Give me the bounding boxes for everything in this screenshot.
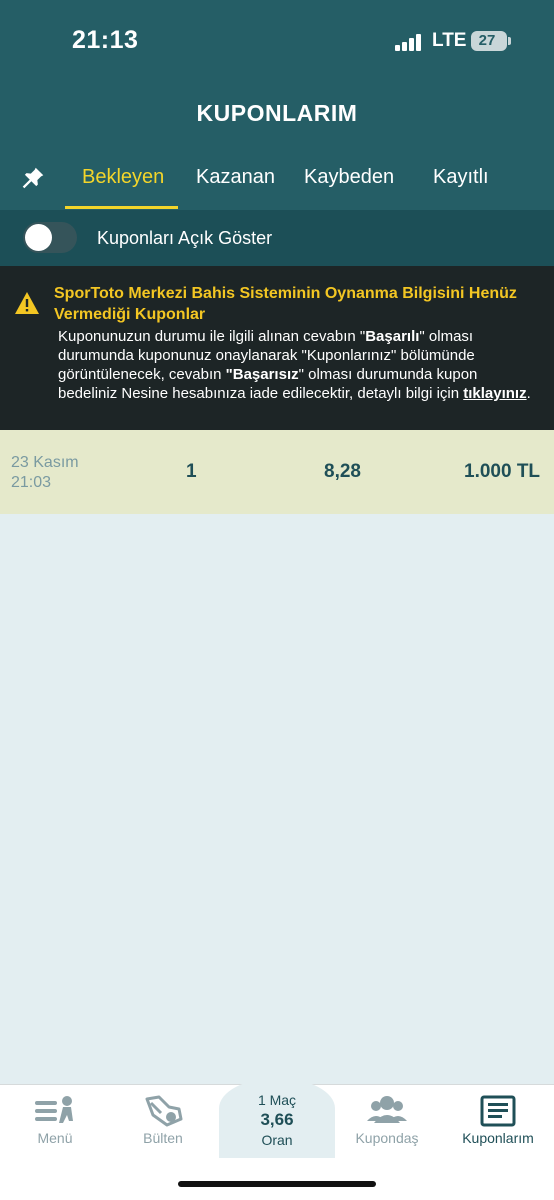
page-title: KUPONLARIM	[196, 100, 358, 126]
coupon-date: 23 Kasım 21:03	[11, 453, 101, 493]
battery-nub	[508, 37, 511, 45]
expand-coupons-toggle[interactable]	[23, 222, 77, 253]
slip-match-count: 1 Maç	[257, 1092, 297, 1108]
notice-title: SporToto Merkezi Bahis Sisteminin Oynanm…	[54, 285, 517, 323]
notice-bold-failure: "Başarısız	[225, 366, 299, 383]
status-time: 21:13	[72, 26, 139, 54]
toggle-row: Kuponları Açık Göster	[0, 210, 554, 266]
coupon-odds: 8,28	[324, 461, 361, 482]
home-indicator	[178, 1181, 376, 1187]
nav-bulletin-label: Bülten	[143, 1130, 183, 1146]
signal-icon	[395, 33, 425, 51]
nav-menu[interactable]: Menü	[0, 1085, 110, 1155]
menu-icon	[35, 1096, 73, 1123]
tab-kayitli[interactable]: Kayıtlı	[433, 166, 489, 189]
nav-bulletin[interactable]: Bülten	[108, 1085, 218, 1155]
nav-kupondas[interactable]: Kupondaş	[332, 1085, 442, 1155]
warning-icon	[15, 292, 39, 314]
notice-text: .	[526, 385, 531, 402]
tab-kaybeden[interactable]: Kaybeden	[304, 166, 394, 189]
network-type: LTE	[432, 30, 467, 51]
coupon-match-count: 1	[186, 461, 197, 482]
slip-odds: 3,66	[260, 1110, 294, 1129]
notice-text: Kuponunuzun durumu ile ilgili alınan cev…	[58, 328, 366, 345]
coupon-date-day: 23 Kasım	[11, 454, 79, 471]
tab-bekleyen[interactable]: Bekleyen	[82, 166, 164, 189]
notice-body: Kuponunuzun durumu ile ilgili alınan cev…	[58, 327, 538, 403]
notice-details-link[interactable]: tıklayınız	[463, 385, 526, 402]
tab-kazanan[interactable]: Kazanan	[196, 166, 275, 189]
coupon-row[interactable]: 23 Kasım 21:03 1 8,28 1.000 TL	[0, 430, 554, 514]
slip-odds-label: Oran	[261, 1132, 293, 1148]
app-header: 21:13 LTE 27 KUPONLARIM Bekleyen Kazanan…	[0, 0, 554, 210]
toggle-label: Kuponları Açık Göster	[97, 228, 273, 248]
bulletin-icon	[145, 1095, 183, 1127]
coupon-amount: 1.000 TL	[464, 461, 541, 482]
nav-kuponlarim[interactable]: Kuponlarım	[443, 1085, 553, 1155]
coupon-date-time: 21:03	[11, 474, 52, 491]
pin-icon[interactable]	[20, 165, 46, 191]
toggle-knob	[25, 224, 52, 251]
nav-kupondas-label: Kupondaş	[355, 1130, 419, 1146]
nav-kuponlarim-label: Kuponlarım	[462, 1130, 534, 1146]
battery-icon: 27	[471, 31, 507, 51]
battery-level: 27	[478, 32, 496, 49]
coupons-icon	[480, 1095, 516, 1127]
active-tab-indicator	[65, 206, 178, 209]
bet-slip-button[interactable]: 1 Maç 3,66 Oran	[219, 1078, 335, 1158]
notice-bold-success: Başarılı	[365, 328, 420, 345]
nav-menu-label: Menü	[37, 1130, 73, 1146]
people-icon	[367, 1096, 407, 1123]
